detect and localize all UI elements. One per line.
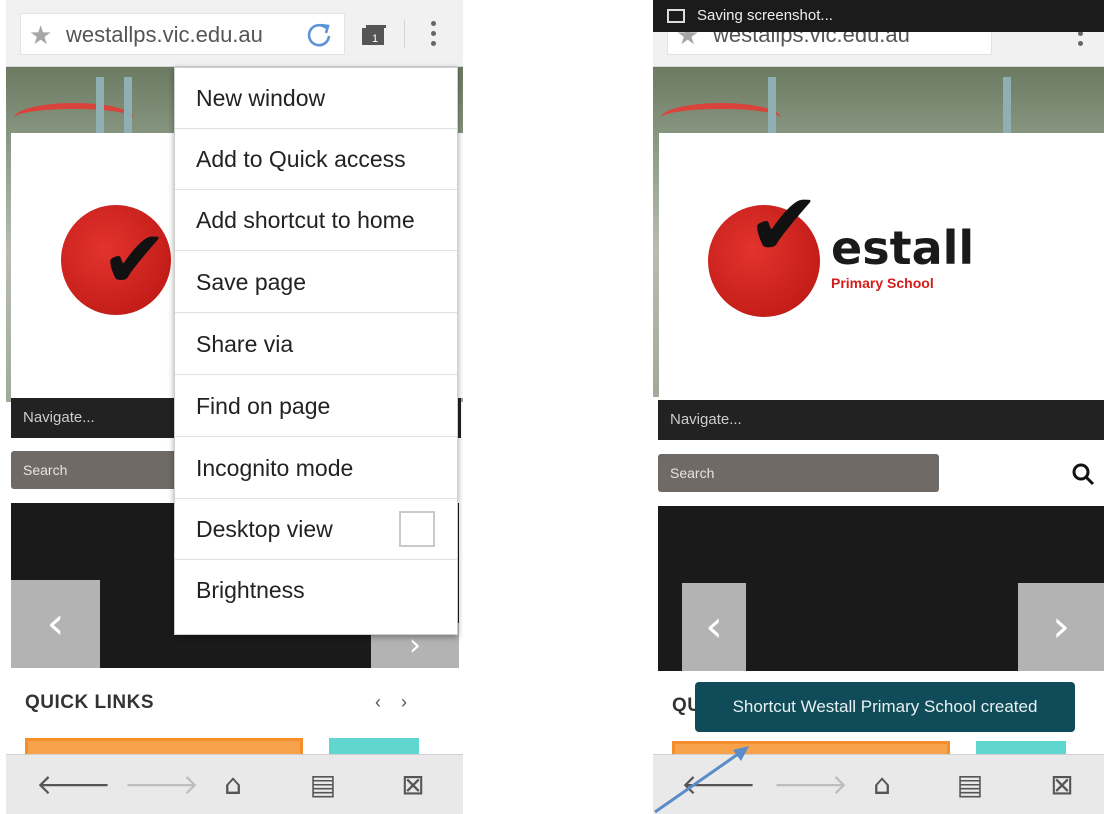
logo-subtext: Primary School bbox=[831, 275, 934, 291]
bookmark-icon[interactable]: ⊠ bbox=[396, 769, 430, 801]
reload-icon[interactable] bbox=[304, 20, 334, 50]
divider bbox=[404, 20, 405, 48]
search-input[interactable]: Search bbox=[658, 454, 939, 492]
quick-links-section: QUICK LINKS ‹ › bbox=[11, 668, 459, 758]
tab-count: 1 bbox=[372, 33, 378, 45]
menu-item-label: New window bbox=[196, 85, 326, 111]
address-bar: ★ westallps.vic.edu.au 1 bbox=[6, 0, 463, 67]
slide-prev-button[interactable]: ‹ bbox=[11, 580, 100, 668]
quick-links-prev-button[interactable]: ‹ bbox=[375, 692, 381, 713]
menu-item-save-page[interactable]: Save page bbox=[175, 252, 457, 313]
bookmarks-list-icon[interactable]: ▤ bbox=[306, 769, 340, 801]
bookmark-icon[interactable]: ⊠ bbox=[1045, 769, 1079, 801]
more-vert-icon[interactable] bbox=[426, 18, 440, 50]
home-icon[interactable]: ⌂ bbox=[865, 769, 899, 801]
slide-next-button[interactable]: › bbox=[1018, 583, 1104, 671]
navigate-label: Navigate... bbox=[23, 409, 95, 426]
menu-item-label: Save page bbox=[196, 269, 306, 295]
menu-item-label: Find on page bbox=[196, 393, 331, 419]
url-text: westallps.vic.edu.au bbox=[66, 22, 263, 47]
menu-item-label: Brightness bbox=[196, 577, 305, 603]
logo-text: estall bbox=[831, 221, 975, 275]
bottom-toolbar: 🡐 🡒 ⌂ ▤ ⊠ bbox=[653, 754, 1104, 814]
pole bbox=[768, 77, 776, 137]
menu-item-add-quick-access[interactable]: Add to Quick access bbox=[175, 129, 457, 190]
quick-links-label: QUICK LINKS bbox=[25, 692, 154, 713]
tabs-icon[interactable]: 1 bbox=[361, 24, 387, 46]
bookmarks-list-icon[interactable]: ▤ bbox=[953, 769, 987, 801]
search-placeholder: Search bbox=[670, 465, 715, 481]
menu-item-label: Incognito mode bbox=[196, 455, 354, 481]
back-icon[interactable]: 🡐 bbox=[36, 769, 111, 801]
toast-notification: Shortcut Westall Primary School created bbox=[695, 682, 1075, 732]
logo-card: ✔ estall Primary School bbox=[659, 133, 1104, 400]
status-bar: Saving screenshot... bbox=[653, 0, 1104, 32]
right-screenshot: ★ westallps.vic.edu.au ✔ estall Primary … bbox=[653, 0, 1104, 814]
toast-text: Shortcut Westall Primary School created bbox=[732, 697, 1038, 716]
menu-item-new-window[interactable]: New window bbox=[175, 68, 457, 129]
search-placeholder: Search bbox=[23, 462, 68, 478]
back-icon[interactable]: 🡐 bbox=[681, 769, 756, 801]
star-icon[interactable]: ★ bbox=[29, 20, 52, 50]
search-icon[interactable] bbox=[1071, 462, 1095, 486]
pole bbox=[124, 77, 132, 137]
home-icon[interactable]: ⌂ bbox=[216, 769, 250, 801]
menu-item-incognito[interactable]: Incognito mode bbox=[175, 438, 457, 499]
slide-prev-button[interactable]: ‹ bbox=[682, 583, 746, 671]
pole bbox=[1003, 77, 1011, 137]
menu-item-label: Add to Quick access bbox=[196, 146, 406, 172]
menu-item-brightness[interactable]: Brightness bbox=[175, 560, 457, 621]
menu-item-desktop-view[interactable]: Desktop view bbox=[175, 499, 457, 560]
quick-links-next-button[interactable]: › bbox=[401, 692, 407, 713]
desktop-view-checkbox[interactable] bbox=[399, 511, 435, 547]
menu-item-label: Share via bbox=[196, 331, 294, 357]
slideshow: ‹ › bbox=[658, 506, 1104, 671]
menu-item-label: Add shortcut to home bbox=[196, 207, 415, 233]
logo-check-icon: ✔ bbox=[101, 213, 169, 306]
menu-item-find-on-page[interactable]: Find on page bbox=[175, 376, 457, 437]
status-text: Saving screenshot... bbox=[697, 7, 833, 24]
navigate-bar[interactable]: Navigate... bbox=[658, 400, 1104, 440]
image-icon bbox=[667, 9, 685, 23]
pole bbox=[96, 77, 104, 137]
menu-item-share-via[interactable]: Share via bbox=[175, 314, 457, 375]
logo-check-icon: ✔ bbox=[747, 173, 821, 276]
navigate-label: Navigate... bbox=[670, 411, 742, 428]
playground-rail bbox=[661, 103, 781, 133]
options-menu: New window Add to Quick access Add short… bbox=[174, 67, 458, 635]
menu-item-label: Desktop view bbox=[196, 516, 333, 542]
url-field[interactable]: ★ westallps.vic.edu.au bbox=[20, 13, 345, 55]
forward-icon[interactable]: 🡒 bbox=[773, 769, 848, 801]
playground-rail bbox=[14, 103, 134, 133]
menu-item-add-shortcut-home[interactable]: Add shortcut to home bbox=[175, 190, 457, 251]
bottom-toolbar: 🡐 🡒 ⌂ ▤ ⊠ bbox=[6, 754, 463, 814]
forward-icon[interactable]: 🡒 bbox=[124, 769, 199, 801]
left-screenshot: ✔ Navigate... Search ‹ › QUICK LINKS ‹ ›… bbox=[6, 0, 463, 814]
